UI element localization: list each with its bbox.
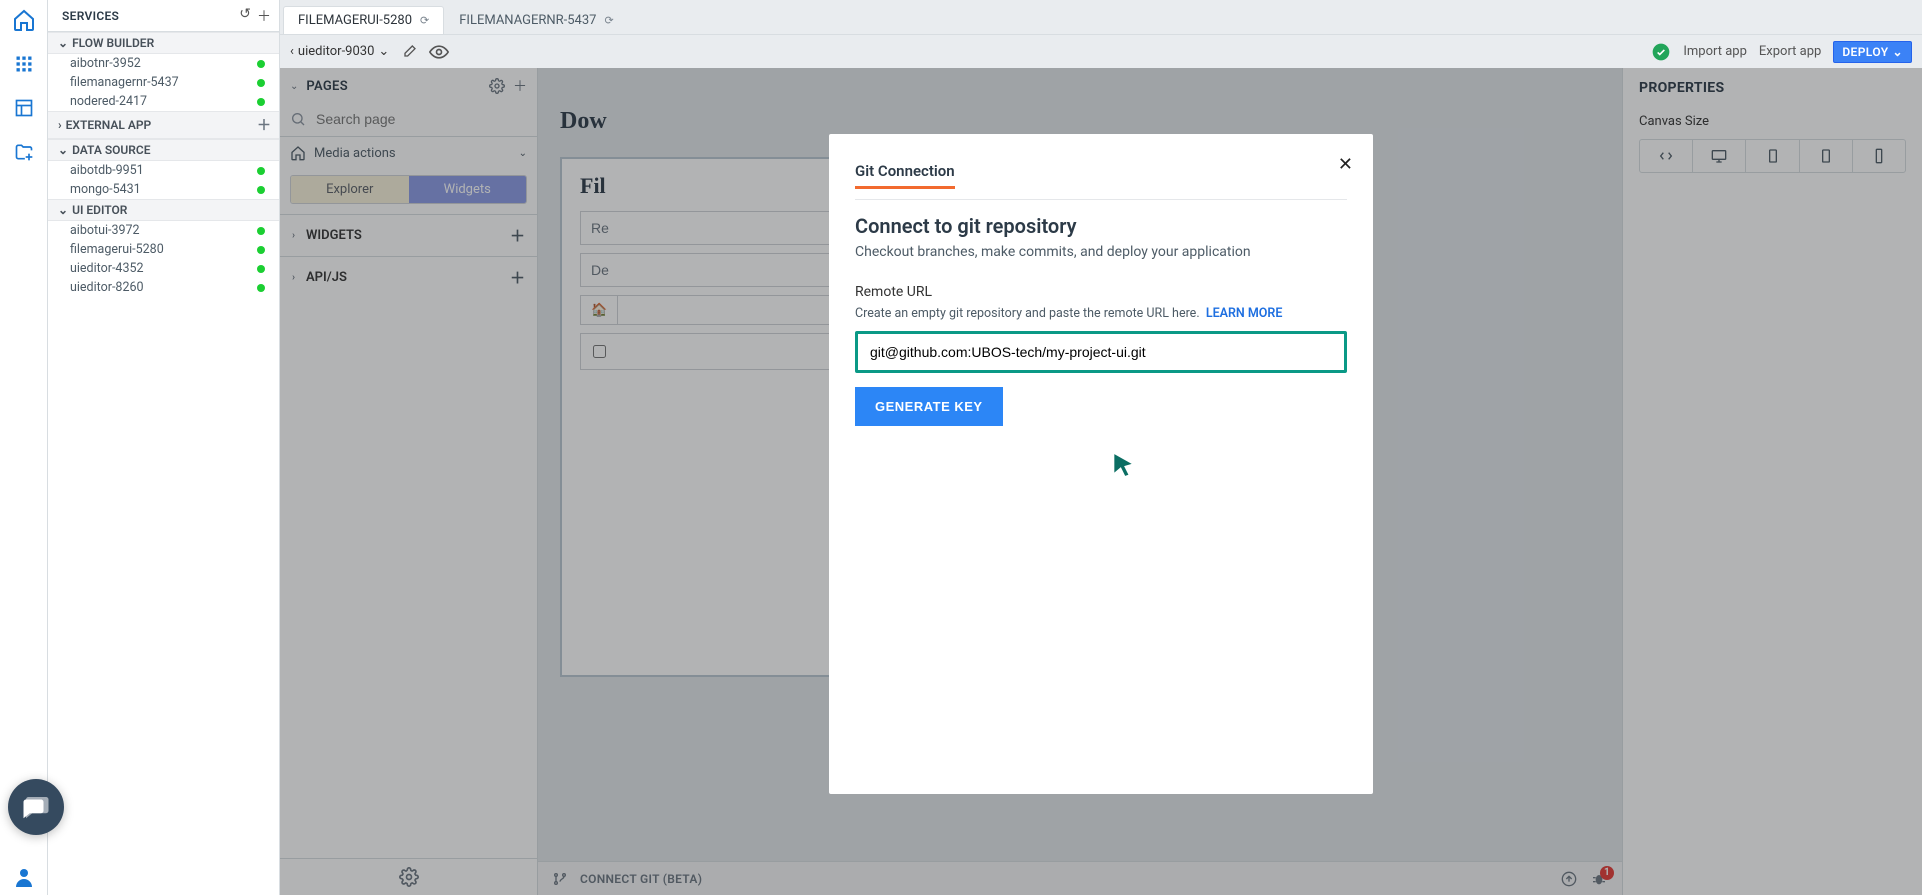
refresh-icon[interactable]: ⟳ xyxy=(420,14,429,27)
check-circle-icon xyxy=(1651,42,1671,62)
remote-url-hint: Create an empty git repository and paste… xyxy=(855,306,1200,321)
svc-item[interactable]: filemagerui-5280 xyxy=(48,240,279,259)
undo-icon[interactable]: ↺ xyxy=(239,6,251,26)
svc-item[interactable]: uieditor-4352 xyxy=(48,259,279,278)
deploy-button[interactable]: DEPLOY⌄ xyxy=(1833,41,1912,63)
modal-subtitle: Checkout branches, make commits, and dep… xyxy=(855,244,1347,260)
generate-key-button[interactable]: GENERATE KEY xyxy=(855,387,1003,426)
svc-group-flow-builder[interactable]: ⌄FLOW BUILDER xyxy=(48,32,279,54)
import-app-button[interactable]: Import app xyxy=(1683,44,1747,59)
svc-item[interactable]: nodered-2417 xyxy=(48,92,279,111)
nav-rail xyxy=(0,0,48,895)
services-panel: SERVICES ↺ ＋ ⌄FLOW BUILDER aibotnr-3952 … xyxy=(48,0,280,895)
services-title: SERVICES xyxy=(62,9,119,23)
svc-group-external-app[interactable]: ›EXTERNAL APP＋ xyxy=(48,111,279,139)
eye-icon[interactable] xyxy=(429,42,449,62)
user-icon[interactable] xyxy=(6,859,42,895)
chevron-down-icon[interactable]: ⌄ xyxy=(378,44,389,59)
modal-overlay: ✕ Git Connection Connect to git reposito… xyxy=(280,68,1922,895)
svc-item[interactable]: mongo-5431 xyxy=(48,180,279,199)
toolbar: ‹ uieditor-9030 ⌄ Import app Export app … xyxy=(280,34,1922,68)
folder-add-icon[interactable] xyxy=(8,136,40,168)
learn-more-link[interactable]: LEARN MORE xyxy=(1206,306,1283,321)
layout-icon[interactable] xyxy=(8,92,40,124)
apps-icon[interactable] xyxy=(8,48,40,80)
svc-item[interactable]: aibotnr-3952 xyxy=(48,54,279,73)
git-connection-modal: ✕ Git Connection Connect to git reposito… xyxy=(829,134,1373,794)
remote-url-label: Remote URL xyxy=(855,284,1347,300)
tab-filemanagernr[interactable]: FILEMANAGERNR-5437⟳ xyxy=(444,6,628,34)
chevron-down-icon: ⌄ xyxy=(1893,45,1903,59)
mouse-cursor-icon xyxy=(1110,452,1136,478)
home-icon[interactable] xyxy=(8,4,40,36)
modal-tab-title: Git Connection xyxy=(855,162,955,189)
edit-icon[interactable] xyxy=(401,44,417,60)
svc-item[interactable]: aibotui-3972 xyxy=(48,221,279,240)
modal-heading: Connect to git repository xyxy=(855,214,1347,238)
svc-group-ui-editor[interactable]: ⌄UI EDITOR xyxy=(48,199,279,221)
svc-item[interactable]: aibotdb-9951 xyxy=(48,161,279,180)
chat-bubble-icon[interactable] xyxy=(8,779,64,835)
export-app-button[interactable]: Export app xyxy=(1759,44,1821,59)
remote-url-input[interactable] xyxy=(855,331,1347,373)
add-icon[interactable]: ＋ xyxy=(257,6,271,26)
svc-group-data-source[interactable]: ⌄DATA SOURCE xyxy=(48,139,279,161)
tabs-bar: FILEMAGERUI-5280⟳ FILEMANAGERNR-5437⟳ xyxy=(280,0,1922,34)
close-icon[interactable]: ✕ xyxy=(1338,154,1353,175)
refresh-icon[interactable]: ⟳ xyxy=(604,14,613,27)
main-area: FILEMAGERUI-5280⟳ FILEMANAGERNR-5437⟳ ‹ … xyxy=(280,0,1922,895)
add-icon[interactable]: ＋ xyxy=(257,115,271,135)
svc-item[interactable]: filemanagernr-5437 xyxy=(48,73,279,92)
svc-item[interactable]: uieditor-8260 xyxy=(48,278,279,297)
tab-filemagerui[interactable]: FILEMAGERUI-5280⟳ xyxy=(283,6,444,34)
breadcrumb[interactable]: ‹ uieditor-9030 ⌄ xyxy=(290,44,389,59)
